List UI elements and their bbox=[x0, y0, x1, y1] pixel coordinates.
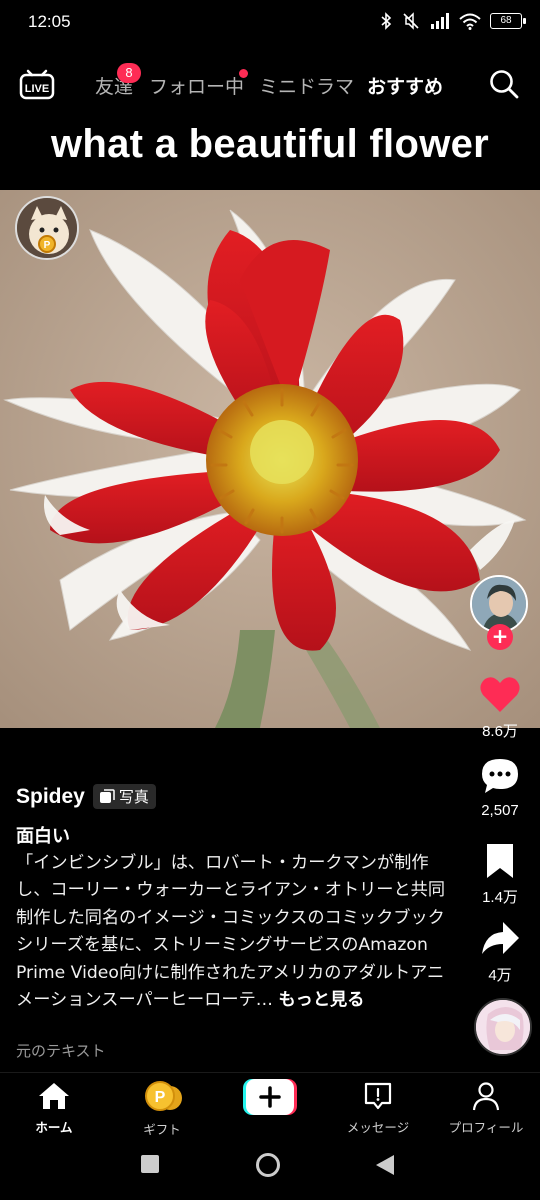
save-count: 1.4万 bbox=[482, 889, 518, 906]
square-icon bbox=[141, 1155, 159, 1173]
mute-icon bbox=[403, 12, 419, 30]
caption-title: 面白い bbox=[16, 826, 70, 847]
back-triangle-icon bbox=[376, 1155, 394, 1175]
account-avatar[interactable]: P bbox=[15, 196, 79, 260]
live-label: LIVE bbox=[25, 83, 49, 95]
bluetooth-icon bbox=[381, 12, 392, 30]
search-button[interactable] bbox=[488, 68, 520, 100]
svg-text:P: P bbox=[44, 240, 51, 251]
caption-body[interactable]: 「インビンシブル」は、ロバート・カークマンが制作し、コーリー・ウォーカーとライア… bbox=[16, 850, 446, 1014]
search-icon bbox=[490, 70, 519, 99]
nav-messages-label: メッセージ bbox=[346, 1120, 410, 1135]
profile-icon bbox=[472, 1082, 500, 1111]
photo-tag-label: 写真 bbox=[118, 788, 149, 806]
flower-image bbox=[0, 190, 540, 728]
tab-recommended[interactable]: おすすめ bbox=[367, 72, 443, 99]
caption-text: 「インビンシブル」は、ロバート・カークマンが制作し、コーリー・ウォーカーとライア… bbox=[16, 853, 446, 1011]
system-nav-bar bbox=[0, 1140, 540, 1200]
see-more-link[interactable]: もっと見る bbox=[278, 990, 364, 1010]
follow-button[interactable]: + bbox=[487, 624, 513, 650]
bottom-nav: ホーム P ギフト メッセージ プロフィール bbox=[0, 1072, 540, 1138]
following-dot-badge bbox=[239, 69, 248, 78]
nav-profile-label: プロフィール bbox=[448, 1120, 524, 1135]
save-button[interactable]: 1.4万 bbox=[468, 842, 532, 907]
status-time: 12:05 bbox=[28, 12, 71, 31]
friends-badge: 8 bbox=[117, 63, 141, 83]
post-title: what a beautiful flower bbox=[50, 122, 490, 166]
coin-gift-icon: P bbox=[145, 1081, 182, 1111]
post-photo[interactable] bbox=[0, 190, 540, 728]
share-arrow-icon bbox=[482, 922, 519, 954]
top-nav: LIVE 友達 8 フォロー中 ミニドラマ おすすめ bbox=[0, 58, 540, 112]
original-text-link[interactable]: 元のテキスト bbox=[16, 1040, 106, 1061]
tab-following[interactable]: フォロー中 bbox=[149, 72, 244, 99]
live-icon: LIVE bbox=[19, 69, 55, 100]
comment-button[interactable]: 2,507 bbox=[468, 756, 532, 819]
create-button[interactable] bbox=[243, 1079, 297, 1115]
photo-tag: 写真 bbox=[92, 784, 156, 809]
heart-icon bbox=[480, 677, 520, 712]
tab-mini-drama[interactable]: ミニドラマ bbox=[259, 72, 354, 99]
svg-text:P: P bbox=[155, 1089, 166, 1106]
plus-icon bbox=[243, 1079, 297, 1115]
nav-home[interactable]: ホーム bbox=[0, 1081, 108, 1136]
author-row: Spidey 写真 bbox=[16, 784, 156, 809]
home-icon bbox=[39, 1083, 69, 1109]
status-icons: 68 bbox=[380, 12, 526, 30]
nav-gift-label: ギフト bbox=[143, 1122, 181, 1137]
circle-home-icon bbox=[256, 1153, 280, 1177]
nav-gift[interactable]: P ギフト bbox=[108, 1081, 216, 1138]
comment-count: 2,507 bbox=[481, 802, 519, 819]
nav-profile[interactable]: プロフィール bbox=[432, 1081, 540, 1136]
music-disc[interactable] bbox=[474, 998, 532, 1056]
comment-icon bbox=[482, 759, 518, 793]
message-icon bbox=[364, 1082, 392, 1110]
live-button[interactable]: LIVE bbox=[18, 64, 56, 102]
like-count: 8.6万 bbox=[482, 723, 518, 740]
home-system-button[interactable] bbox=[255, 1152, 281, 1182]
wifi-icon bbox=[459, 13, 481, 30]
recents-button[interactable] bbox=[140, 1154, 160, 1178]
nav-messages[interactable]: メッセージ bbox=[324, 1081, 432, 1136]
share-count: 4万 bbox=[488, 967, 512, 984]
music-disc-image bbox=[476, 1000, 530, 1054]
battery-indicator: 68 bbox=[490, 13, 526, 29]
author-name[interactable]: Spidey bbox=[16, 785, 85, 809]
status-bar: 12:05 68 bbox=[0, 0, 540, 48]
share-button[interactable]: 4万 bbox=[468, 920, 532, 985]
like-button[interactable]: 8.6万 bbox=[468, 674, 532, 741]
bookmark-icon bbox=[487, 844, 513, 878]
photo-stack-icon bbox=[99, 788, 115, 803]
signal-icon bbox=[431, 13, 449, 29]
back-button[interactable] bbox=[374, 1154, 396, 1180]
nav-home-label: ホーム bbox=[35, 1120, 73, 1135]
